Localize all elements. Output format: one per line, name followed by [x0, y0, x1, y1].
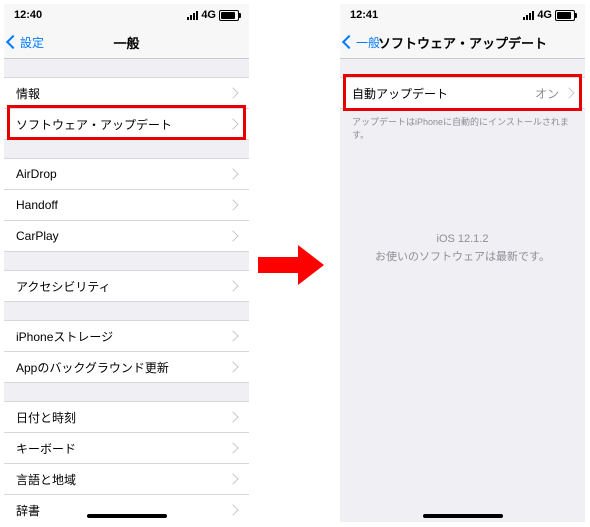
ios-version: iOS 12.1.2 [340, 231, 585, 249]
phone-software-update: 12:41 4G 一般 ソフトウェア・アップデート 自動アップデート オン アッ… [340, 4, 585, 522]
group-accessibility: アクセシビリティ [4, 270, 249, 302]
signal-icon [187, 11, 198, 20]
chevron-right-icon [227, 118, 238, 129]
chevron-left-icon [342, 35, 356, 49]
page-title: ソフトウェア・アップデート [378, 33, 547, 52]
row-background-app-refresh[interactable]: Appのバックグラウンド更新 [4, 351, 249, 383]
chevron-right-icon [227, 442, 238, 453]
nav-bar: 一般 ソフトウェア・アップデート [340, 26, 585, 59]
chevron-right-icon [227, 473, 238, 484]
group-connectivity: AirDrop Handoff CarPlay [4, 158, 249, 252]
nav-bar: 設定 一般 [4, 26, 249, 59]
group-footnote: アップデートはiPhoneに自動的にインストールされます。 [340, 109, 585, 141]
row-label: 日付と時刻 [16, 409, 229, 426]
chevron-right-icon [227, 411, 238, 422]
status-bar: 12:41 4G [340, 4, 585, 26]
chevron-right-icon [227, 361, 238, 372]
status-text: お使いのソフトウェアは最新です。 [340, 249, 585, 267]
back-button[interactable]: 一般 [344, 26, 380, 58]
status-network: 4G [201, 9, 216, 21]
chevron-right-icon [227, 504, 238, 515]
battery-icon [219, 10, 239, 21]
row-accessibility[interactable]: アクセシビリティ [4, 270, 249, 302]
back-label: 設定 [20, 34, 44, 51]
status-time: 12:40 [14, 9, 42, 21]
status-right: 4G [187, 9, 239, 21]
row-label: ソフトウェア・アップデート [16, 116, 229, 133]
battery-icon [555, 10, 575, 21]
chevron-right-icon [227, 199, 238, 210]
row-handoff[interactable]: Handoff [4, 189, 249, 220]
chevron-right-icon [227, 280, 238, 291]
row-keyboard[interactable]: キーボード [4, 432, 249, 463]
row-label: Handoff [16, 198, 229, 212]
row-label: 情報 [16, 85, 229, 102]
row-label: Appのバックグラウンド更新 [16, 359, 229, 376]
status-network: 4G [537, 9, 552, 21]
page-title: 一般 [113, 33, 139, 52]
chevron-left-icon [6, 35, 20, 49]
row-airdrop[interactable]: AirDrop [4, 158, 249, 189]
arrow-icon [258, 245, 328, 285]
row-label: iPhoneストレージ [16, 328, 229, 345]
group-storage: iPhoneストレージ Appのバックグラウンド更新 [4, 320, 249, 383]
row-label: アクセシビリティ [16, 278, 229, 295]
home-indicator [87, 514, 167, 518]
chevron-right-icon [227, 168, 238, 179]
phone-general-settings: 12:40 4G 設定 一般 情報 ソフトウェア・アップデート [4, 4, 249, 522]
group-locale: 日付と時刻 キーボード 言語と地域 辞書 [4, 401, 249, 522]
row-language-region[interactable]: 言語と地域 [4, 463, 249, 494]
row-label: 自動アップデート [352, 85, 535, 102]
status-message: iOS 12.1.2 お使いのソフトウェアは最新です。 [340, 231, 585, 266]
signal-icon [523, 11, 534, 20]
chevron-right-icon [227, 230, 238, 241]
row-label: キーボード [16, 440, 229, 457]
group-about: 情報 ソフトウェア・アップデート [4, 77, 249, 140]
row-date-time[interactable]: 日付と時刻 [4, 401, 249, 432]
row-value: オン [535, 85, 559, 102]
group-auto-update: 自動アップデート オン [340, 77, 585, 109]
row-carplay[interactable]: CarPlay [4, 220, 249, 252]
row-label: 言語と地域 [16, 471, 229, 488]
back-button[interactable]: 設定 [8, 26, 44, 58]
row-auto-update[interactable]: 自動アップデート オン [340, 77, 585, 109]
row-iphone-storage[interactable]: iPhoneストレージ [4, 320, 249, 351]
chevron-right-icon [227, 330, 238, 341]
row-label: CarPlay [16, 229, 229, 243]
row-software-update[interactable]: ソフトウェア・アップデート [4, 108, 249, 140]
chevron-right-icon [227, 87, 238, 98]
chevron-right-icon [563, 87, 574, 98]
row-label: AirDrop [16, 167, 229, 181]
back-label: 一般 [356, 34, 380, 51]
status-right: 4G [523, 9, 575, 21]
row-about[interactable]: 情報 [4, 77, 249, 108]
status-bar: 12:40 4G [4, 4, 249, 26]
status-time: 12:41 [350, 9, 378, 21]
home-indicator [423, 514, 503, 518]
